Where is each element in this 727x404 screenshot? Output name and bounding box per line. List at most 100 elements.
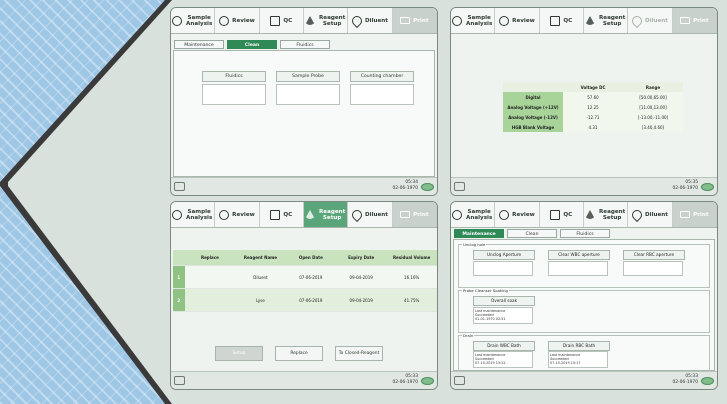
overall-soak-status: Last maintenance Succeeded 01-01-1970 02… (473, 307, 533, 324)
table-header (173, 250, 185, 266)
open-date: 07-06-2019 (285, 265, 336, 289)
fluidics-button[interactable]: Fluidics (202, 71, 266, 82)
drain-wbc-status: Last maintenance Succeeded 07-15-2019 15… (473, 351, 533, 368)
status-indicator-icon (701, 377, 714, 385)
table-header (503, 82, 563, 92)
tab-clean[interactable]: Clean (227, 40, 277, 49)
sample-probe-button[interactable]: Sample Probe (276, 71, 340, 82)
nav-label: Diluent (365, 211, 388, 218)
printer-icon (680, 211, 691, 218)
home-icon[interactable] (454, 182, 465, 191)
nav-label: Print (693, 211, 709, 218)
voltage-value: -12.71 (563, 112, 623, 122)
clear-rbc-aperture-button[interactable]: Clear RBC aperture (623, 250, 685, 260)
printer-icon (680, 17, 691, 24)
nav-print[interactable]: Print (392, 202, 437, 227)
nav-diluent[interactable]: Diluent (348, 8, 393, 33)
group-title: Unclog hole (462, 242, 487, 247)
drain-wbc-bath-button[interactable]: Drain WBC Bath (473, 341, 535, 351)
status-bar: 05:33 02-06-1970 (451, 371, 717, 389)
nav-review[interactable]: Review (495, 202, 540, 227)
expiry-date: 09-04-2019 (335, 265, 387, 289)
voltage-screen: Sample Analysis Review QC Reagent Setup … (450, 7, 718, 196)
clock-date: 02-06-1970 (392, 379, 418, 385)
top-nav: Sample Analysis Review QC Reagent Setup … (451, 202, 717, 228)
review-icon (499, 15, 510, 26)
table-row[interactable]: 2 Lyse 07-06-2019 09-04-2019 41.75% (173, 288, 437, 312)
nav-review[interactable]: Review (495, 8, 540, 33)
nav-label: Print (693, 17, 709, 24)
nav-sample-analysis[interactable]: Sample Analysis (451, 8, 496, 33)
probe-cleanser-group: Probe Cleanser Soaking Overall soak Last… (458, 288, 710, 333)
nav-reagent-setup[interactable]: Reagent Setup (584, 202, 629, 227)
clear-rbc-aperture-status (623, 261, 683, 276)
nav-qc[interactable]: QC (540, 202, 584, 227)
nav-review[interactable]: Review (215, 8, 260, 33)
drain-rbc-bath-button[interactable]: Drain RBC Bath (548, 341, 610, 351)
range-value: [11.00,13.00] (623, 102, 683, 112)
nav-diluent[interactable]: Diluent (348, 202, 393, 227)
table-row: Analog Voltage (+12V) 12.25 [11.00,13.00… (503, 102, 683, 112)
nav-sample-analysis[interactable]: Sample Analysis (171, 202, 216, 227)
tab-fluidics[interactable]: Fluidics (280, 40, 330, 49)
clear-wbc-aperture-button[interactable]: Clear WBC aperture (548, 250, 610, 260)
nav-print[interactable]: Print (392, 8, 437, 33)
row-index: 2 (173, 288, 185, 312)
voltage-value: 57.60 (563, 92, 623, 102)
residual-volume: 16.16% (386, 265, 437, 289)
tab-fluidics[interactable]: Fluidics (560, 229, 610, 238)
setup-button[interactable]: Setup (215, 346, 263, 361)
nav-qc[interactable]: QC (260, 8, 304, 33)
home-icon[interactable] (454, 376, 465, 385)
range-value: [-13.00,-11.00] (623, 112, 683, 122)
to-closed-reagent-button[interactable]: To Closed-Reagent (335, 346, 383, 361)
nav-review[interactable]: Review (215, 202, 260, 227)
nav-print[interactable]: Print (672, 8, 717, 33)
tab-maintenance[interactable]: Maintenance (454, 229, 504, 238)
replace-cell[interactable] (184, 265, 236, 289)
range-value: [3.40,4.60] (623, 122, 683, 132)
qc-icon (550, 15, 561, 26)
voltage-value: 12.25 (563, 102, 623, 112)
replace-button[interactable]: Replace (275, 346, 323, 361)
unclog-aperture-button[interactable]: Unclog Aperture (473, 250, 535, 260)
printer-icon (400, 211, 411, 218)
overall-soak-button[interactable]: Overall soak (473, 296, 535, 306)
drain-rbc-status: Last maintenance Succeeded 07-15-2019 15… (548, 351, 608, 368)
nav-diluent[interactable]: Diluent (628, 8, 673, 33)
replace-cell[interactable] (184, 288, 236, 312)
group-title: Drain (462, 333, 475, 338)
table-row: HGB Blank Voltage 4.31 [3.40,4.60] (503, 122, 683, 132)
nav-reagent-setup[interactable]: Reagent Setup (584, 8, 629, 33)
nav-print[interactable]: Print (672, 202, 717, 227)
nav-qc[interactable]: QC (540, 8, 584, 33)
nav-label: Reagent Setup (598, 208, 626, 221)
nav-reagent-setup[interactable]: Reagent Setup (304, 8, 349, 33)
home-icon[interactable] (174, 376, 185, 385)
nav-sample-analysis[interactable]: Sample Analysis (171, 8, 216, 33)
counting-chamber-button[interactable]: Counting chamber (350, 71, 414, 82)
clock: 05:35 02-06-1970 (672, 180, 698, 191)
nav-sample-analysis[interactable]: Sample Analysis (451, 202, 496, 227)
nav-diluent[interactable]: Diluent (628, 202, 673, 227)
nav-label: Sample Analysis (186, 208, 213, 221)
nav-reagent-setup[interactable]: Reagent Setup (303, 202, 349, 227)
row-label: Analog Voltage (+12V) (503, 102, 563, 112)
expiry-date: 09-04-2019 (335, 288, 387, 312)
clean-screen: Sample Analysis Review QC Reagent Setup … (170, 7, 438, 196)
review-icon (219, 15, 230, 26)
home-icon[interactable] (174, 182, 185, 191)
flask-icon (584, 210, 595, 219)
nav-label: Reagent Setup (318, 208, 346, 221)
table-header: Residual Volume (386, 250, 437, 266)
status-indicator-icon (701, 183, 714, 191)
clock: 05:33 02-06-1970 (672, 374, 698, 385)
tab-maintenance[interactable]: Maintenance (174, 40, 224, 49)
clock-date: 02-06-1970 (672, 379, 698, 385)
nav-qc[interactable]: QC (260, 202, 304, 227)
table-row[interactable]: 1 Diluent 07-06-2019 09-04-2019 16.16% (173, 265, 437, 289)
tab-clean[interactable]: Clean (507, 229, 557, 238)
clock-date: 02-06-1970 (392, 185, 418, 191)
status-indicator-icon (421, 377, 434, 385)
table-header: Open Date (285, 250, 336, 266)
